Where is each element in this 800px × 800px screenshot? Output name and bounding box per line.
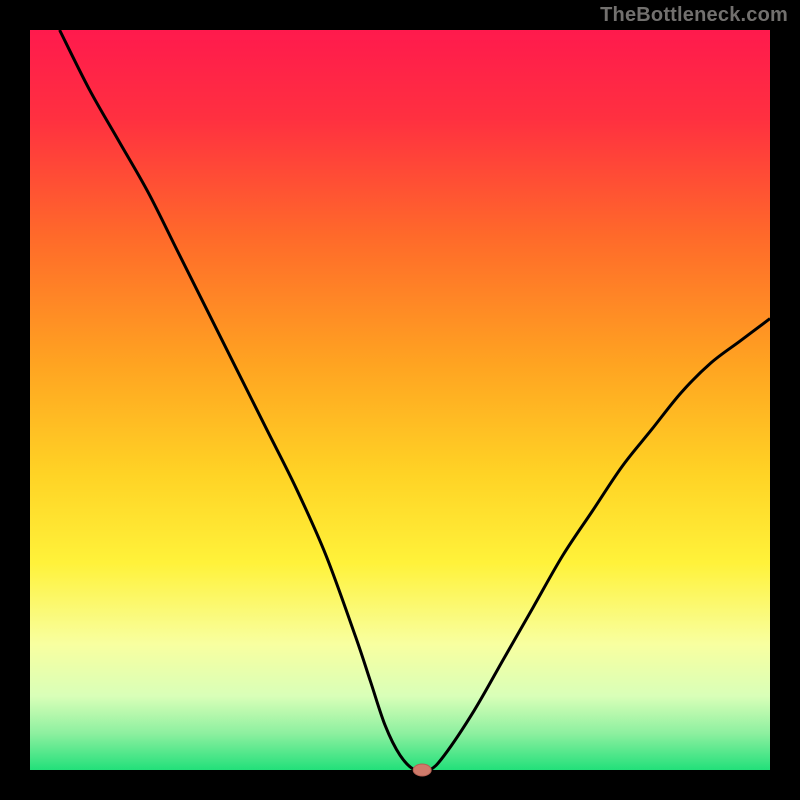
attribution-text: TheBottleneck.com — [600, 4, 788, 27]
bottleneck-chart — [0, 0, 800, 800]
plot-background — [30, 30, 770, 770]
optimal-point-marker — [413, 764, 431, 776]
chart-frame: { "attribution": "TheBottleneck.com", "c… — [0, 0, 800, 800]
